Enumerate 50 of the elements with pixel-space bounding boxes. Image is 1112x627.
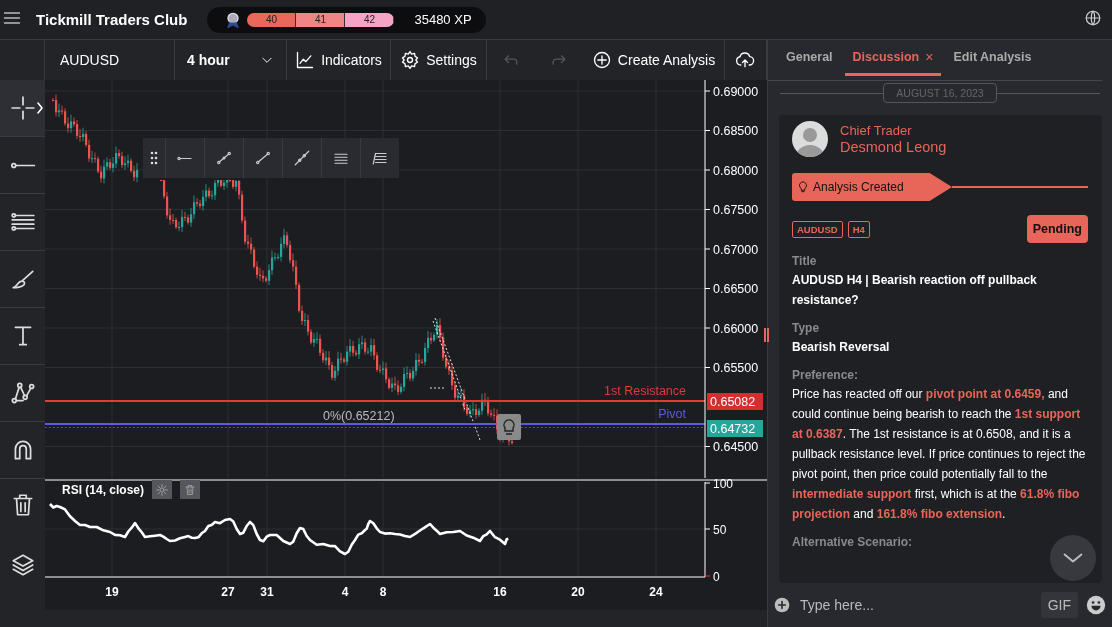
symbol-label[interactable]: AUDUSD xyxy=(60,52,120,68)
field-label: Alternative Scenario: xyxy=(792,534,914,551)
date-axis-label: 8 xyxy=(379,585,387,599)
date-axis-label: 20 xyxy=(571,585,585,599)
price-axis-label: 0.67000 xyxy=(713,242,759,257)
price-axis-label: 0.66500 xyxy=(713,282,759,296)
rsi-title: RSI (14, close) xyxy=(62,482,145,497)
date-axis-label: 24 xyxy=(649,585,663,599)
level-segment: 42 xyxy=(345,12,395,27)
fibonacci-label: 0%(0.65212) xyxy=(323,409,395,423)
date-axis-label: 27 xyxy=(221,585,235,599)
price-axis-label: 0.68500 xyxy=(713,124,759,138)
field-label: Title xyxy=(792,253,818,270)
date-axis-label: 16 xyxy=(493,585,507,599)
xp-count: 35480 XP xyxy=(414,12,472,27)
status-button[interactable]: Pending xyxy=(1026,215,1088,243)
author-name: Desmond Leong xyxy=(840,139,947,155)
level-segment: 40 xyxy=(247,12,297,27)
app-title: Tickmill Traders Club xyxy=(36,11,188,28)
symbol-tag: AUDUSD xyxy=(792,220,843,238)
level-segment: 41 xyxy=(296,12,346,27)
field-label: Type xyxy=(792,320,821,337)
price-axis-label: 0.67500 xyxy=(713,203,759,217)
level-label: 1st Resistance xyxy=(604,384,686,398)
level-label: Pivot xyxy=(658,407,686,421)
field-value: AUDUSD H4 | Bearish reaction off pullback resistance? xyxy=(792,272,1038,309)
rsi-axis-label: 50 xyxy=(713,522,727,537)
gif-button[interactable]: GIF xyxy=(1040,592,1078,618)
author-role: Chief Trader xyxy=(840,123,913,138)
price-axis-label: 0.66000 xyxy=(713,321,759,336)
preference-text: Price has reacted off our pivot point at 0.6459, and could continue being bearish to reach the 1st support at 0.6387. The 1st resistance is at 0.6508, and it is a pullback resistance level. If price continues to reject the pivot point, then price could potentially fall to the intermediate support first, which is at the 61.8% fibo projection and 161.8% fibo extension. xyxy=(792,386,1087,523)
price-axis-label: 0.65500 xyxy=(713,361,759,375)
price-tag-label: 0.65082 xyxy=(710,395,756,409)
field-value: Bearish Reversal xyxy=(792,339,891,356)
rsi-axis-label: 0 xyxy=(713,569,720,584)
event-banner: Analysis Created xyxy=(792,173,952,201)
date-axis-label: 31 xyxy=(260,585,274,599)
panel-tab[interactable]: Edit Analysis xyxy=(945,40,1040,76)
panel-tab[interactable]: General xyxy=(778,40,841,76)
date-axis-label: 19 xyxy=(105,585,119,599)
panel-tab[interactable]: Discussion × xyxy=(844,40,942,76)
price-axis-label: 0.64500 xyxy=(713,440,759,454)
field-label: Preference: xyxy=(792,367,860,384)
price-tag-label: 0.64732 xyxy=(710,422,756,436)
symbol-tag: H4 xyxy=(847,220,870,238)
price-axis-label: 0.68000 xyxy=(713,163,759,178)
rsi-axis-label: 100 xyxy=(713,476,734,491)
date-axis-label: 4 xyxy=(341,585,349,599)
message-input[interactable]: Type here... xyxy=(798,596,1033,614)
price-axis-label: 0.69000 xyxy=(713,84,759,99)
